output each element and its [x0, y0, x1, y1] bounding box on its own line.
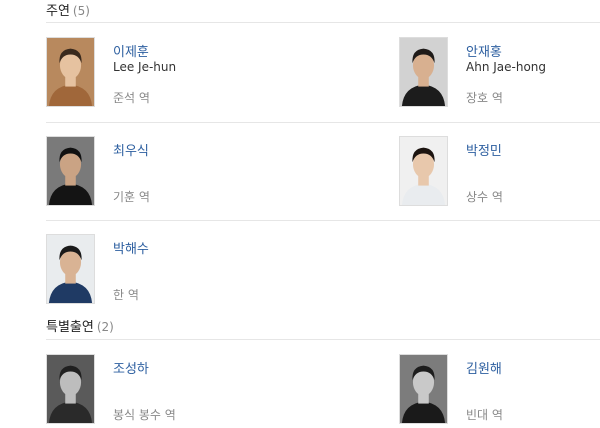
section-header-special: 특별출연 (2)	[46, 316, 114, 335]
actor-name-link[interactable]: 조성하	[113, 358, 149, 377]
actor-name-link[interactable]: 박해수	[113, 238, 149, 257]
actor-photo[interactable]	[46, 234, 95, 304]
cast-item: 박정민 상수 역	[399, 136, 599, 208]
section-header-lead: 주연 (5)	[46, 0, 90, 19]
divider	[46, 122, 600, 123]
cast-item: 최우식 기훈 역	[46, 136, 296, 208]
cast-item: 안재홍 Ahn Jae-hong 장호 역	[399, 37, 599, 109]
divider	[46, 339, 600, 340]
actor-role: 빈대 역	[466, 408, 503, 422]
actor-role: 한 역	[113, 288, 139, 302]
actor-role: 준석 역	[113, 91, 150, 105]
actor-photo[interactable]	[399, 136, 448, 206]
actor-name-link[interactable]: 이제훈	[113, 41, 149, 60]
actor-name-link[interactable]: 안재홍	[466, 41, 502, 60]
divider	[46, 220, 600, 221]
actor-photo[interactable]	[399, 354, 448, 424]
actor-photo[interactable]	[46, 354, 95, 424]
cast-item: 이제훈 Lee Je-hun 준석 역	[46, 37, 296, 109]
actor-role: 봉식 봉수 역	[113, 408, 176, 422]
actor-photo[interactable]	[46, 37, 95, 107]
actor-role: 장호 역	[466, 91, 503, 105]
actor-name-link[interactable]: 최우식	[113, 140, 149, 159]
cast-item: 김원해 빈대 역	[399, 354, 599, 426]
actor-english-name: Lee Je-hun	[113, 60, 177, 74]
section-title: 특별출연	[46, 320, 94, 335]
actor-name-link[interactable]: 김원해	[466, 358, 502, 377]
section-count: (2)	[96, 320, 114, 334]
divider	[46, 22, 600, 23]
actor-english-name: Ahn Jae-hong	[466, 60, 547, 74]
section-count: (5)	[72, 4, 90, 18]
section-title: 주연	[46, 4, 70, 19]
cast-item: 박해수 한 역	[46, 234, 296, 306]
actor-photo[interactable]	[46, 136, 95, 206]
cast-item: 조성하 봉식 봉수 역	[46, 354, 296, 426]
actor-photo[interactable]	[399, 37, 448, 107]
actor-role: 기훈 역	[113, 190, 150, 204]
actor-name-link[interactable]: 박정민	[466, 140, 502, 159]
actor-role: 상수 역	[466, 190, 503, 204]
